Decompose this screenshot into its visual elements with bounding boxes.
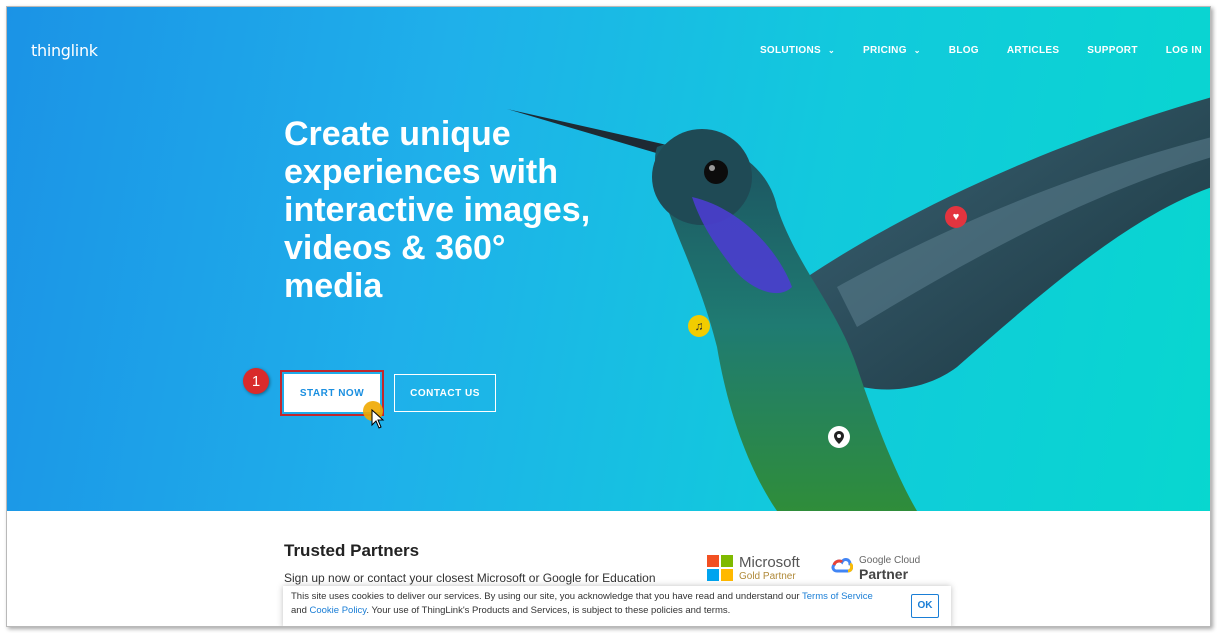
location-pin-glyph — [834, 430, 844, 444]
nav-articles-label: ARTICLES — [1006, 45, 1060, 56]
contact-us-button[interactable]: CONTACT US — [394, 374, 496, 412]
hero-headline: Create unique experiences with interacti… — [284, 115, 644, 305]
nav-pricing[interactable]: PRICING ⌄ — [863, 45, 921, 56]
nav-blog[interactable]: BLOG — [949, 45, 979, 56]
cookie-ok-button[interactable]: OK — [911, 594, 939, 618]
nav-login[interactable]: LOG IN — [1166, 45, 1202, 56]
nav-login-label: LOG IN — [1165, 45, 1202, 56]
headline-line: interactive images, — [284, 191, 591, 229]
heart-icon[interactable]: ♥ — [945, 206, 967, 228]
microsoft-icon — [707, 555, 733, 581]
trusted-partners-section: Trusted Partners Sign up now or contact … — [284, 541, 656, 585]
nav-support[interactable]: SUPPORT — [1087, 45, 1137, 56]
nav-articles[interactable]: ARTICLES — [1007, 45, 1059, 56]
microsoft-partner-logo: Microsoft Gold Partner — [707, 555, 800, 582]
cookie-banner: This site uses cookies to deliver our se… — [283, 586, 951, 626]
cookie-text-part: This site uses cookies to deliver our se… — [291, 591, 803, 602]
chevron-down-icon: ⌄ — [913, 46, 921, 55]
google-cloud-partner-logo: Google Cloud Partner — [831, 555, 920, 582]
mouse-cursor-icon — [371, 409, 385, 429]
headline-line: videos & 360° — [284, 229, 506, 267]
nav-pricing-label: PRICING — [863, 45, 907, 56]
nav-support-label: SUPPORT — [1087, 45, 1138, 56]
headline-line: Create unique — [284, 115, 511, 153]
partners-text: Sign up now or contact your closest Micr… — [284, 571, 656, 585]
thinglink-logo[interactable]: thinglink — [31, 41, 98, 60]
hero-section: thinglink SOLUTIONS ⌄ PRICING ⌄ BLOG ART… — [7, 7, 1210, 511]
location-pin-icon[interactable] — [828, 426, 850, 448]
microsoft-name: Microsoft — [739, 554, 800, 571]
cookie-text-part: . Your use of ThingLink's Products and S… — [366, 605, 731, 616]
google-cloud-name: Google Cloud — [859, 555, 921, 566]
browser-viewport: thinglink SOLUTIONS ⌄ PRICING ⌄ BLOG ART… — [6, 6, 1211, 627]
cookie-policy-link[interactable]: Cookie Policy — [310, 605, 367, 616]
top-nav: SOLUTIONS ⌄ PRICING ⌄ BLOG ARTICLES SUPP… — [760, 45, 1202, 56]
nav-blog-label: BLOG — [948, 45, 979, 56]
nav-solutions[interactable]: SOLUTIONS ⌄ — [760, 45, 835, 56]
nav-solutions-label: SOLUTIONS — [759, 45, 821, 56]
microsoft-tier: Gold Partner — [739, 571, 796, 582]
cookie-text: This site uses cookies to deliver our se… — [291, 590, 891, 618]
partners-title: Trusted Partners — [284, 541, 420, 560]
step-number-badge: 1 — [243, 368, 269, 394]
headline-line: experiences with — [284, 153, 559, 191]
chevron-down-icon: ⌄ — [827, 46, 835, 55]
headline-line: media — [284, 267, 383, 305]
google-cloud-tier: Partner — [859, 566, 909, 582]
cookie-text-part: and — [291, 605, 310, 616]
music-note-icon[interactable]: ♫ — [688, 315, 710, 337]
terms-of-service-link[interactable]: Terms of Service — [802, 591, 873, 602]
google-cloud-icon — [831, 558, 853, 573]
